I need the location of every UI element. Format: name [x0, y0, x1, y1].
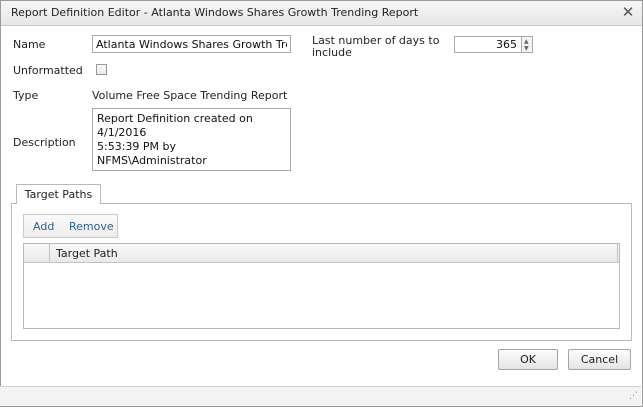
spin-down-icon[interactable]: ▼ [524, 46, 529, 52]
resize-grip-icon[interactable]: ⋰ [629, 392, 638, 401]
status-bar [0, 386, 641, 406]
cancel-button[interactable]: Cancel [568, 349, 631, 370]
close-icon[interactable]: ✕ [620, 4, 636, 20]
name-label: Name [13, 38, 46, 51]
column-divider [617, 244, 618, 262]
title-bar[interactable]: Report Definition Editor - Atlanta Windo… [1, 1, 642, 26]
unformatted-label: Unformatted [13, 64, 83, 77]
days-label-line2: include [312, 46, 352, 59]
remove-button[interactable]: Remove [69, 220, 114, 233]
column-header-target-path[interactable]: Target Path [56, 247, 118, 260]
type-value: Volume Free Space Trending Report [92, 89, 288, 102]
add-button[interactable]: Add [33, 220, 54, 233]
ok-button[interactable]: OK [498, 349, 558, 370]
target-paths-grid: Target Path [23, 243, 620, 329]
days-input[interactable] [454, 36, 522, 53]
type-label: Type [13, 89, 39, 102]
dialog-title: Report Definition Editor - Atlanta Windo… [11, 6, 419, 19]
days-spinner[interactable]: ▲ ▼ [522, 36, 533, 53]
name-input[interactable] [92, 35, 291, 53]
unformatted-checkbox[interactable] [96, 64, 107, 75]
description-line: Report Definition created on 4/1/2016 [97, 112, 253, 139]
description-textarea[interactable]: Report Definition created on 4/1/2016 5:… [92, 108, 291, 171]
grid-header: Target Path [24, 244, 619, 263]
description-label: Description [13, 136, 76, 149]
tab-target-paths[interactable]: Target Paths [16, 184, 101, 204]
grid-select-column[interactable] [24, 244, 50, 262]
description-line: 5:53:39 PM by NFMS\Administrator [97, 140, 207, 167]
target-paths-toolbar: Add Remove [23, 214, 118, 238]
